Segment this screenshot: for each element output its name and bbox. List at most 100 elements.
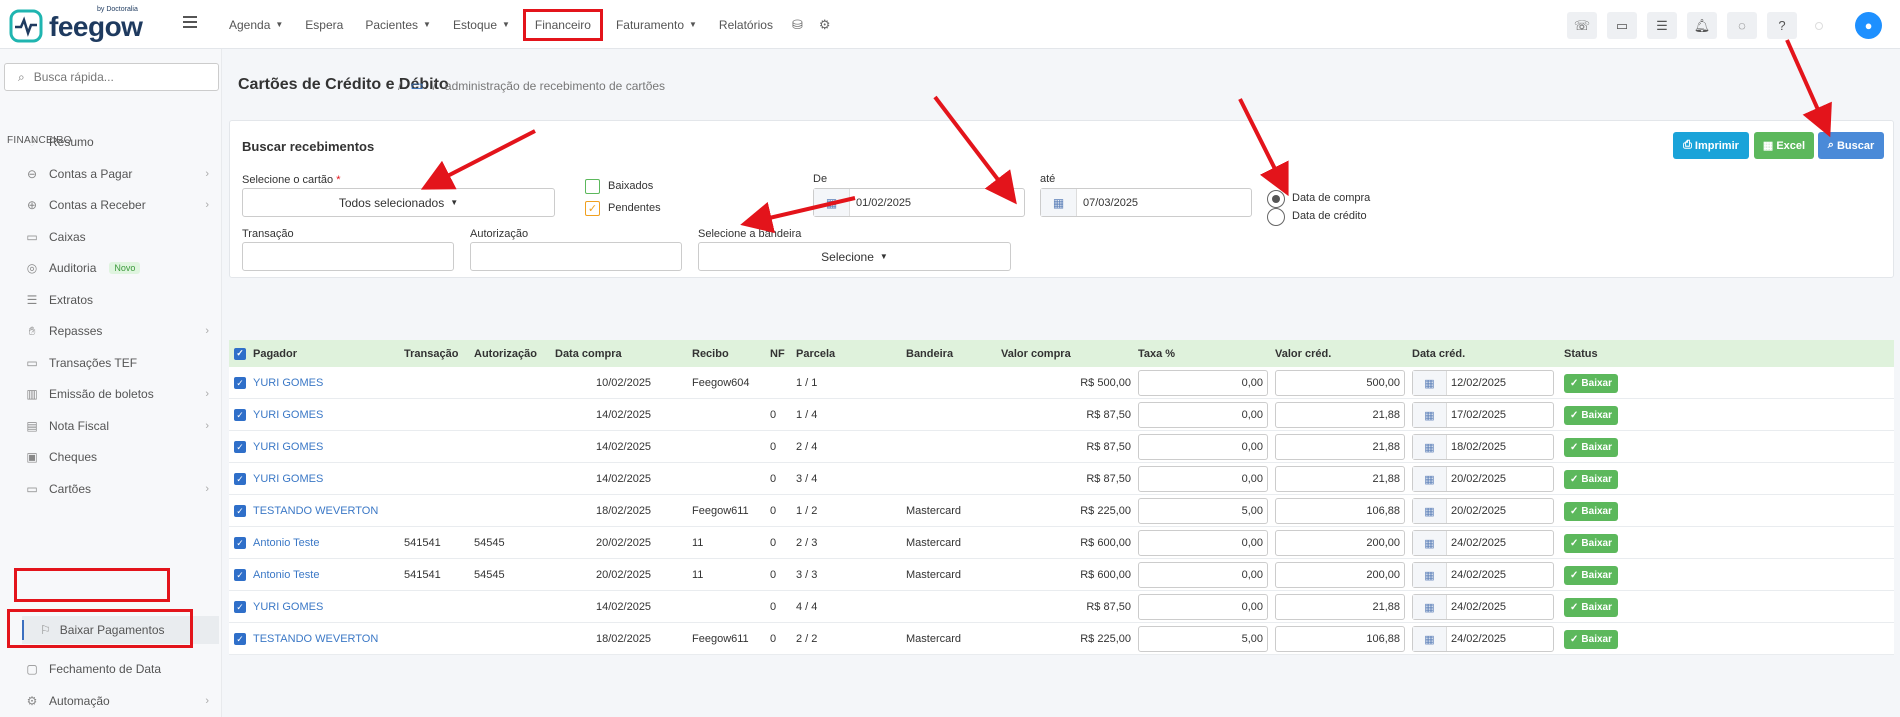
valor-cred-input[interactable]: 21,88 (1275, 402, 1405, 428)
row-checkbox[interactable]: ✓ (234, 399, 246, 431)
baixar-button[interactable]: ✓ Baixar (1564, 406, 1618, 425)
row-checkbox[interactable]: ✓ (234, 591, 246, 623)
avatar[interactable]: ● (1855, 12, 1882, 39)
row-checkbox[interactable]: ✓ (234, 463, 246, 495)
nav-item-pacientes[interactable]: Pacientes ▼ (354, 0, 442, 49)
database-icon[interactable]: ⛁ (784, 0, 811, 49)
column-header[interactable]: Data compra (555, 340, 622, 367)
baixar-button[interactable]: ✓ Baixar (1564, 374, 1618, 393)
radio-data-compra[interactable] (1267, 190, 1285, 208)
valor-cred-input[interactable]: 106,88 (1275, 626, 1405, 652)
payer-link[interactable]: TESTANDO WEVERTON (253, 623, 378, 655)
bandeira-select[interactable]: Selecione ▼ (698, 242, 1011, 271)
nav-item-faturamento[interactable]: Faturamento ▼ (605, 0, 708, 49)
column-header[interactable]: Status (1564, 340, 1598, 367)
column-header[interactable]: Valor créd. (1275, 340, 1331, 367)
taxa-input[interactable]: 0,00 (1138, 434, 1268, 460)
nav-item-financeiro[interactable]: Financeiro (522, 8, 603, 41)
row-checkbox[interactable]: ✓ (234, 431, 246, 463)
column-header[interactable]: Valor compra (1001, 340, 1071, 367)
nav-item-espera[interactable]: Espera (294, 0, 354, 49)
valor-cred-input[interactable]: 106,88 (1275, 498, 1405, 524)
nav-item-relatórios[interactable]: Relatórios (708, 0, 784, 49)
pendentes-checkbox[interactable]: ✓ (585, 201, 600, 216)
chat-icon[interactable]: ◌ (1727, 12, 1757, 39)
baixar-button[interactable]: ✓ Baixar (1564, 438, 1618, 457)
bell-icon[interactable]: 🔔︎ (1687, 12, 1717, 39)
nav-item-agenda[interactable]: Agenda ▼ (218, 0, 294, 49)
sidebar-item-auditoria[interactable]: ◎ Auditoria Novo (24, 254, 209, 282)
sidebar-item-emissão-de-boletos[interactable]: ▥ Emissão de boletos › (24, 380, 209, 408)
row-checkbox[interactable]: ✓ (234, 495, 246, 527)
baixar-button[interactable]: ✓ Baixar (1564, 470, 1618, 489)
select-all-checkbox[interactable]: ✓ (234, 340, 246, 367)
sidebar-item-transações-tef[interactable]: ▭ Transações TEF (24, 349, 209, 377)
payer-link[interactable]: TESTANDO WEVERTON (253, 495, 378, 527)
baixados-checkbox[interactable] (585, 179, 600, 194)
data-cred-field[interactable]: ▦ 18/02/2025 (1412, 434, 1554, 460)
data-cred-field[interactable]: ▦ 12/02/2025 (1412, 370, 1554, 396)
transacao-input[interactable] (242, 242, 454, 271)
sidebar-item-repasses[interactable]: ✋︎ Repasses › (24, 317, 209, 345)
sidebar-item-automação[interactable]: ⚙ Automação › (24, 687, 209, 715)
data-cred-field[interactable]: ▦ 24/02/2025 (1412, 562, 1554, 588)
data-cred-field[interactable]: ▦ 24/02/2025 (1412, 530, 1554, 556)
taxa-input[interactable]: 5,00 (1138, 498, 1268, 524)
help-icon[interactable]: ? (1767, 12, 1797, 39)
row-checkbox[interactable]: ✓ (234, 559, 246, 591)
taxa-input[interactable]: 0,00 (1138, 466, 1268, 492)
payer-link[interactable]: YURI GOMES (253, 399, 323, 431)
inbox-icon[interactable]: ▭ (1607, 12, 1637, 39)
column-header[interactable]: Recibo (692, 340, 729, 367)
taxa-input[interactable]: 0,00 (1138, 402, 1268, 428)
row-checkbox[interactable]: ✓ (234, 623, 246, 655)
valor-cred-input[interactable]: 200,00 (1275, 530, 1405, 556)
excel-button[interactable]: ▦ Excel (1754, 132, 1814, 159)
column-header[interactable]: Data créd. (1412, 340, 1465, 367)
column-header[interactable]: Taxa % (1138, 340, 1175, 367)
data-cred-field[interactable]: ▦ 24/02/2025 (1412, 594, 1554, 620)
autorizacao-input[interactable] (470, 242, 682, 271)
sidebar-item-contas-a-pagar[interactable]: ⊖ Contas a Pagar › (24, 160, 209, 188)
list-icon[interactable]: ☰ (1647, 12, 1677, 39)
data-cred-field[interactable]: ▦ 17/02/2025 (1412, 402, 1554, 428)
feegow-logo[interactable]: by Doctoralia feegow (9, 6, 143, 43)
radio-data-credito[interactable] (1267, 208, 1285, 226)
data-cred-field[interactable]: ▦ 20/02/2025 (1412, 466, 1554, 492)
row-checkbox[interactable]: ✓ (234, 527, 246, 559)
valor-cred-input[interactable]: 21,88 (1275, 466, 1405, 492)
payer-link[interactable]: Antonio Teste (253, 527, 319, 559)
card-select[interactable]: Todos selecionados ▼ (242, 188, 555, 217)
column-header[interactable]: NF (770, 340, 785, 367)
baixar-button[interactable]: ✓ Baixar (1564, 502, 1618, 521)
column-header[interactable]: Parcela (796, 340, 835, 367)
column-header[interactable]: Transação (404, 340, 458, 367)
taxa-input[interactable]: 5,00 (1138, 626, 1268, 652)
taxa-input[interactable]: 0,00 (1138, 370, 1268, 396)
valor-cred-input[interactable]: 21,88 (1275, 434, 1405, 460)
sidebar-item-resumo[interactable]: ◔ Resumo (24, 128, 209, 156)
baixar-button[interactable]: ✓ Baixar (1564, 534, 1618, 553)
valor-cred-input[interactable]: 500,00 (1275, 370, 1405, 396)
sidebar-item-caixas[interactable]: ▭ Caixas (24, 223, 209, 251)
sidebar-item-fechamento-de-data[interactable]: ▢ Fechamento de Data (24, 655, 209, 683)
payer-link[interactable]: YURI GOMES (253, 463, 323, 495)
taxa-input[interactable]: 0,00 (1138, 562, 1268, 588)
row-checkbox[interactable]: ✓ (234, 367, 246, 399)
payer-link[interactable]: Antonio Teste (253, 559, 319, 591)
taxa-input[interactable]: 0,00 (1138, 594, 1268, 620)
nav-item-estoque[interactable]: Estoque ▼ (442, 0, 521, 49)
menu-toggle-icon[interactable] (183, 16, 197, 28)
search-input[interactable]: ⌕ Busca rápida... (4, 63, 219, 91)
payer-link[interactable]: YURI GOMES (253, 431, 323, 463)
sidebar-item-extratos[interactable]: ☰ Extratos (24, 286, 209, 314)
data-cred-field[interactable]: ▦ 24/02/2025 (1412, 626, 1554, 652)
sidebar-item-cheques[interactable]: ▣ Cheques (24, 443, 209, 471)
sidebar-item-cartões[interactable]: ▭ Cartões › (24, 475, 209, 503)
print-button[interactable]: ⎙ Imprimir (1673, 132, 1749, 159)
settings-icon[interactable]: ⚙ (811, 0, 839, 49)
payer-link[interactable]: YURI GOMES (253, 367, 323, 399)
valor-cred-input[interactable]: 21,88 (1275, 594, 1405, 620)
date-from-field[interactable]: ▦ 01/02/2025 (813, 188, 1025, 217)
column-header[interactable]: Bandeira (906, 340, 953, 367)
